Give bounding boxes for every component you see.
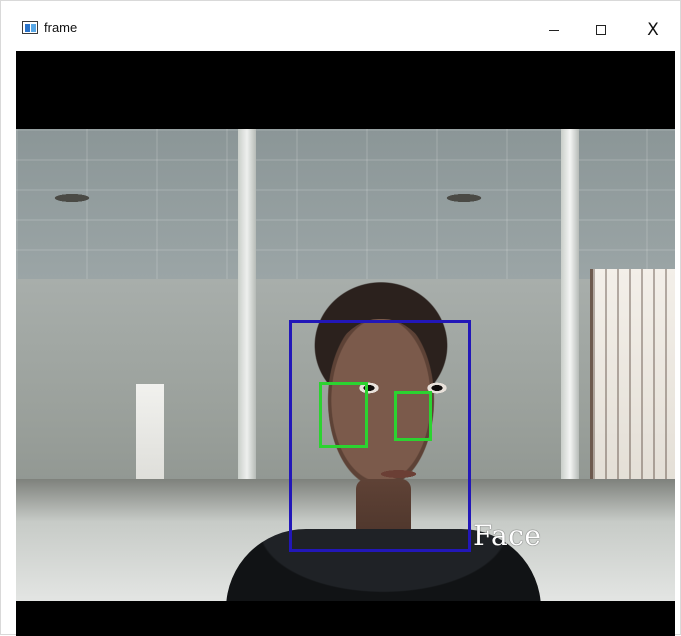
window-title: frame — [44, 20, 78, 35]
minimize-button[interactable] — [532, 15, 576, 45]
window-grille — [590, 269, 675, 509]
camera-feed — [16, 129, 675, 601]
app-icon-pane-right — [31, 24, 36, 32]
close-icon: X — [647, 19, 659, 40]
person-silhouette — [206, 274, 541, 601]
maximize-icon — [596, 25, 606, 35]
mouth — [376, 469, 421, 479]
ceiling-fan-right — [434, 191, 494, 205]
ceiling-fan-left — [42, 191, 102, 205]
video-frame-area — [16, 51, 675, 636]
app-window-icon — [22, 21, 38, 34]
app-icon-pane-left — [25, 24, 30, 32]
title-bar[interactable]: frame X — [1, 1, 680, 45]
left-eye — [358, 382, 380, 394]
close-button[interactable]: X — [631, 15, 675, 45]
minimize-icon — [549, 29, 559, 31]
face-detection-label: Face — [473, 519, 542, 552]
right-eye — [426, 382, 448, 394]
app-window: frame X Face — [0, 0, 681, 636]
maximize-button[interactable] — [579, 15, 623, 45]
